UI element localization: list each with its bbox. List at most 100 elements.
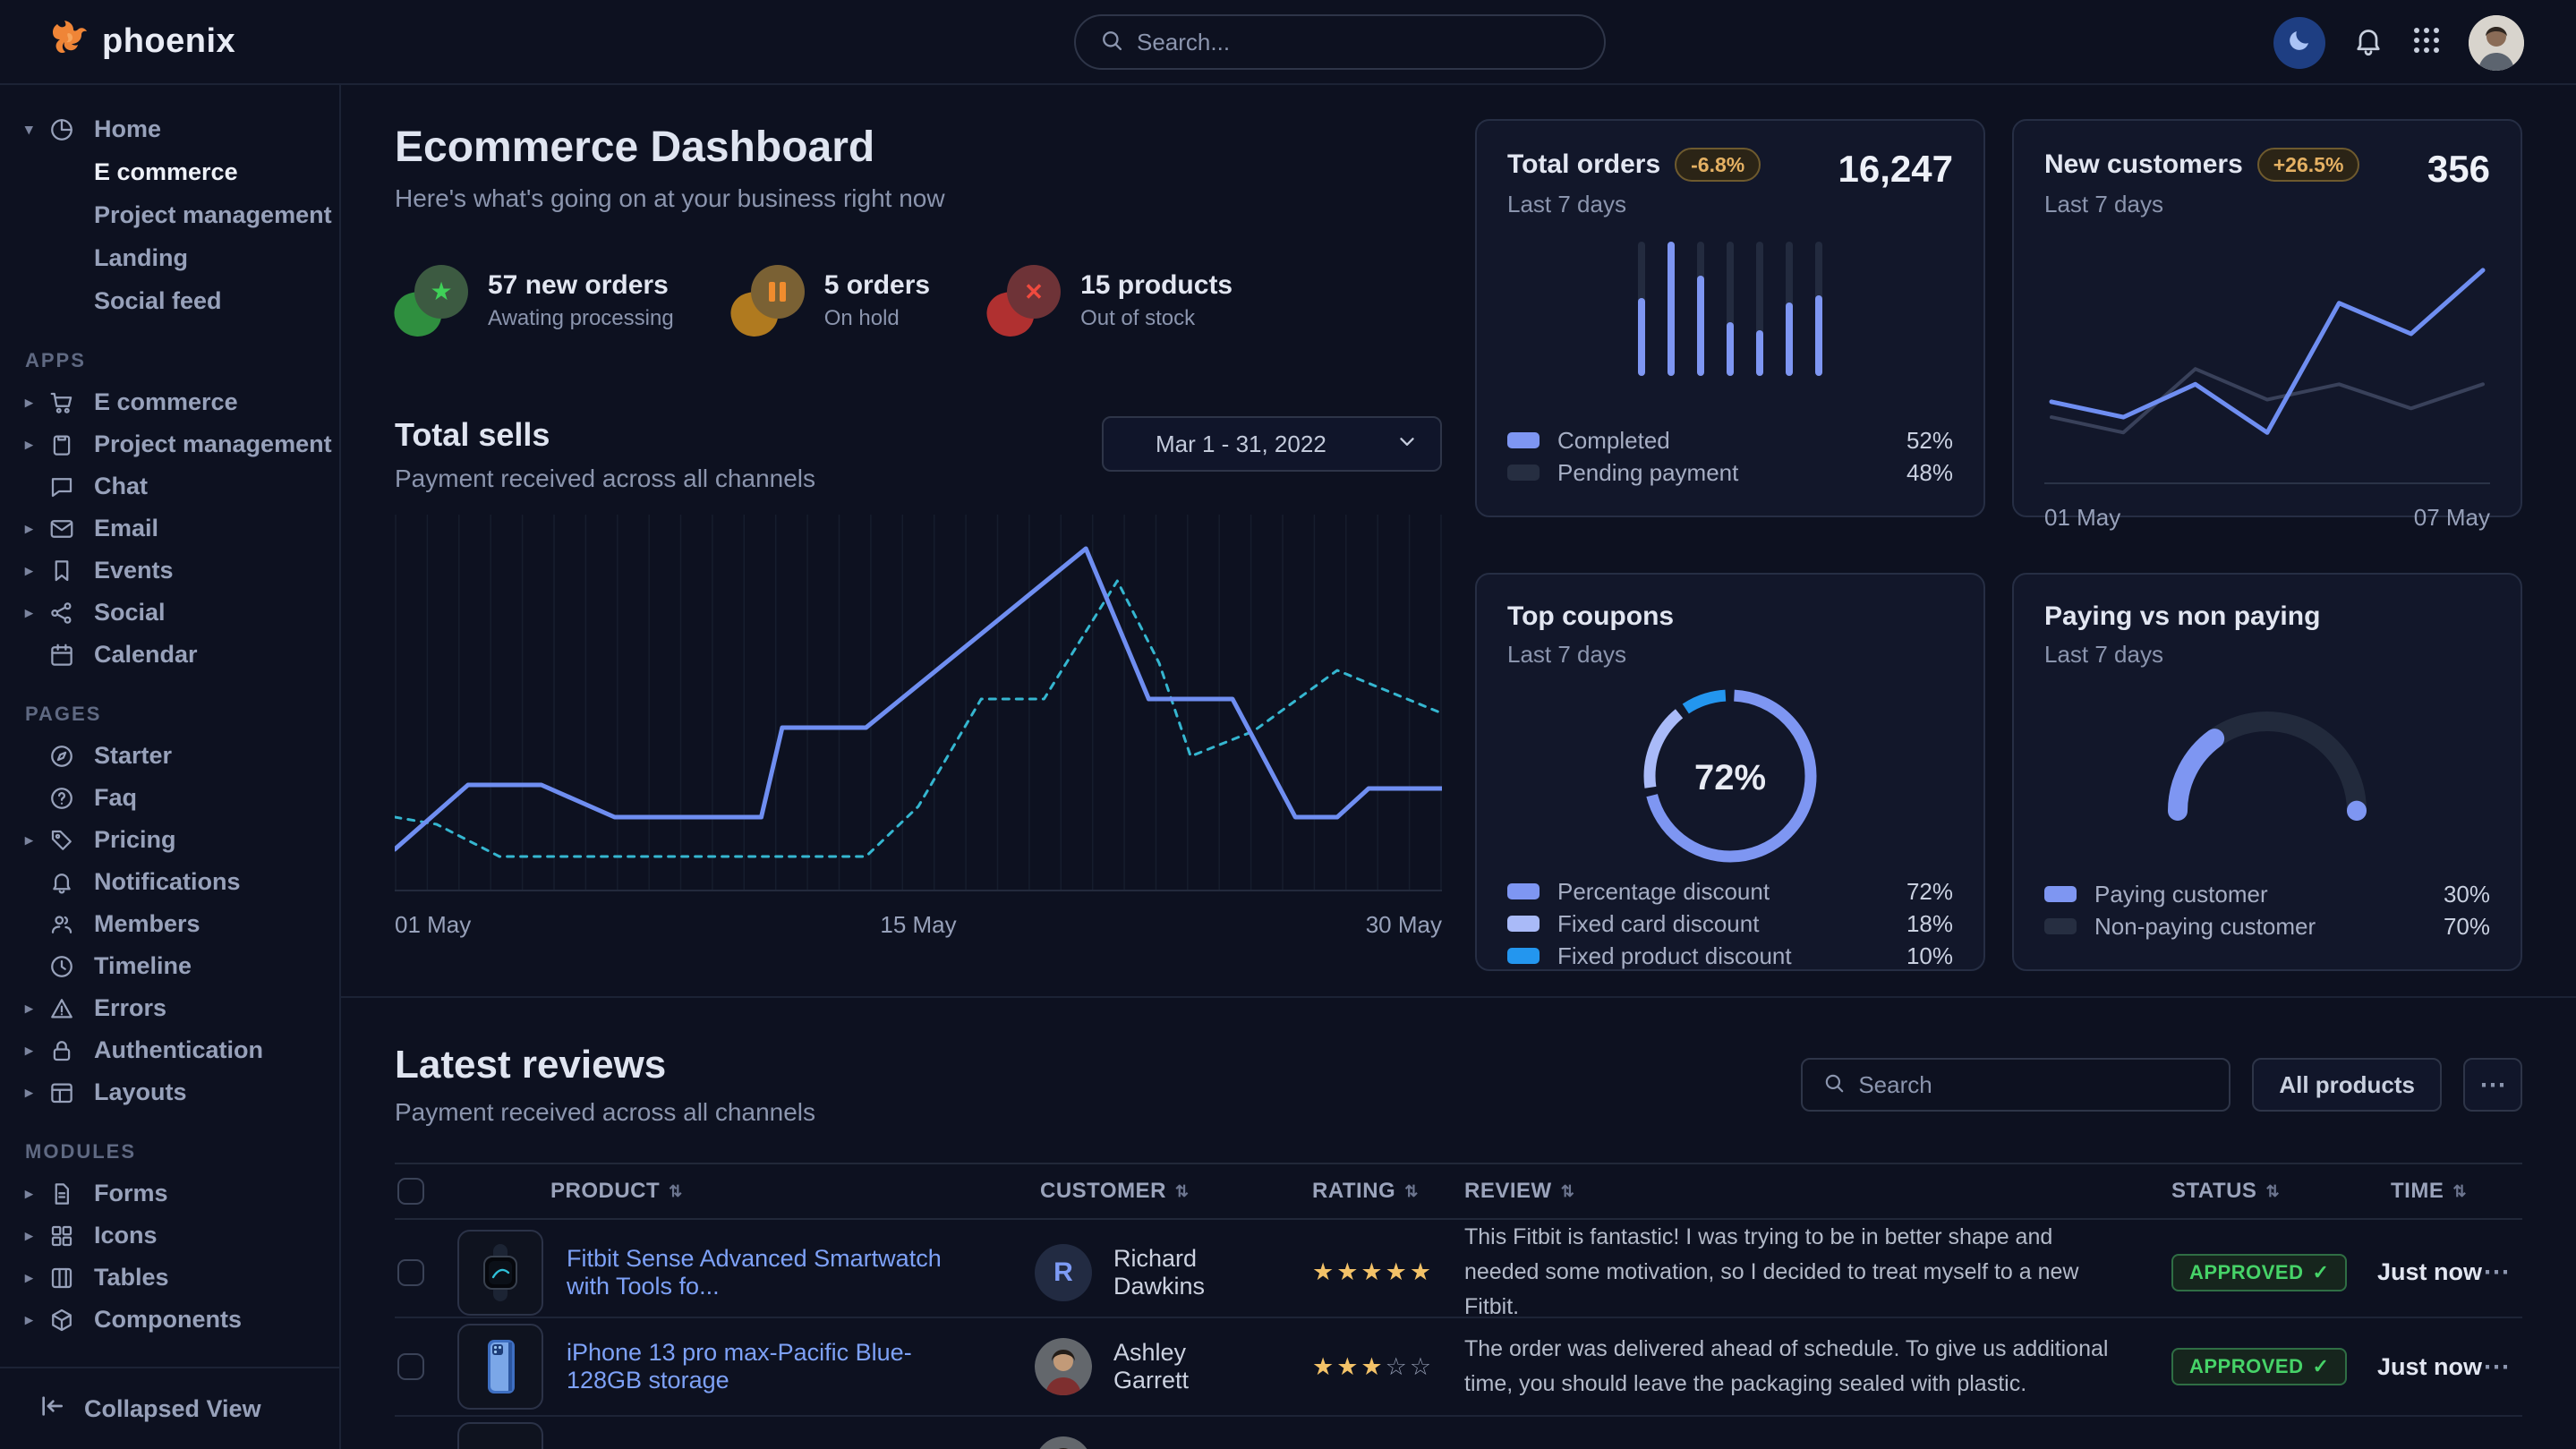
sidebar-item-notifications[interactable]: Notifications — [0, 861, 339, 903]
sidebar-subitem-project-management[interactable]: Project management — [0, 193, 339, 236]
sidebar-item-errors[interactable]: ▸Errors — [0, 987, 339, 1029]
sidebar-item-project-management[interactable]: ▸ Project management — [0, 423, 339, 465]
caret-right-icon: ▸ — [25, 562, 48, 580]
search-input[interactable] — [1137, 29, 1581, 56]
product-thumbnail[interactable] — [457, 1324, 543, 1410]
sidebar-item-timeline[interactable]: Timeline — [0, 945, 339, 987]
reviews-search-input[interactable] — [1858, 1071, 2209, 1099]
card-title: Top coupons — [1507, 601, 1674, 632]
column-header-rating[interactable]: RATING⇅ — [1254, 1179, 1415, 1204]
product-thumbnail[interactable] — [457, 1422, 543, 1449]
orders-bar — [1786, 242, 1793, 376]
bell-icon — [2352, 24, 2384, 61]
sidebar-subitem-e-commerce[interactable]: E commerce — [0, 150, 339, 193]
rating-stars: ★★★★★ — [1254, 1258, 1415, 1286]
product-thumbnail[interactable] — [457, 1230, 543, 1316]
sidebar-item-forms[interactable]: ▸Forms — [0, 1172, 339, 1215]
sidebar-item-faq[interactable]: Faq — [0, 777, 339, 819]
stat-value: 57 new orders — [488, 270, 674, 301]
sidebar-item-label: Project management — [94, 430, 332, 458]
sidebar-item-home[interactable]: ▾Home — [0, 108, 339, 150]
stat-x-icon: ✕ — [987, 265, 1061, 337]
all-products-button[interactable]: All products — [2252, 1058, 2442, 1112]
reviews-subtitle: Payment received across all channels — [395, 1098, 815, 1127]
stat-value: 5 orders — [824, 270, 930, 301]
sidebar-item-layouts[interactable]: ▸Layouts — [0, 1071, 339, 1113]
theme-toggle-button[interactable] — [2273, 17, 2325, 69]
column-header-review[interactable]: REVIEW⇅ — [1415, 1179, 2122, 1204]
customer-avatar[interactable] — [1035, 1436, 1092, 1449]
coupons-legend: Percentage discount72%Fixed card discoun… — [1507, 875, 1953, 972]
sidebar-item-label: Chat — [94, 473, 148, 500]
page-title: Ecommerce Dashboard — [395, 123, 1442, 172]
sidebar-item-tables[interactable]: ▸Tables — [0, 1257, 339, 1299]
date-range-select[interactable]: Mar 1 - 31, 2022 — [1102, 416, 1442, 472]
reviews-search[interactable] — [1801, 1058, 2231, 1112]
product-link[interactable]: iPhone 13 pro max-Pacific Blue-128GB sto… — [567, 1339, 959, 1394]
sidebar-item-events[interactable]: ▸Events — [0, 550, 339, 592]
total-sells-x-axis: 01 May15 May30 May — [395, 911, 1442, 939]
global-search[interactable] — [1074, 14, 1606, 70]
customer-avatar[interactable]: R — [1035, 1244, 1092, 1301]
sort-icon: ⇅ — [1561, 1182, 1575, 1201]
bookmark-icon — [48, 558, 75, 584]
column-header-time[interactable]: TIME⇅ — [2337, 1179, 2522, 1204]
donut-center-value: 72% — [1635, 681, 1825, 875]
legend-swatch — [1507, 883, 1540, 899]
sidebar-item-pricing[interactable]: ▸Pricing — [0, 819, 339, 861]
caret-right-icon: ▸ — [25, 436, 48, 454]
sidebar-item-members[interactable]: Members — [0, 903, 339, 945]
sidebar-item-social[interactable]: ▸Social — [0, 592, 339, 634]
new-customers-svg — [2044, 231, 2490, 492]
column-header-label: PRODUCT — [550, 1179, 660, 1204]
sidebar-item-icons[interactable]: ▸Icons — [0, 1215, 339, 1257]
sidebar-item-e-commerce[interactable]: ▸E commerce — [0, 381, 339, 423]
column-header-customer[interactable]: CUSTOMER⇅ — [959, 1179, 1254, 1204]
row-menu-button[interactable]: ⋯ — [2483, 1257, 2512, 1288]
app-launcher-button[interactable] — [2411, 25, 2442, 60]
navbar-actions — [2273, 0, 2524, 85]
sidebar-subitem-landing[interactable]: Landing — [0, 236, 339, 279]
sidebar-subitem-social-feed[interactable]: Social feed — [0, 279, 339, 322]
brand-logo[interactable]: phoenix — [0, 19, 341, 64]
sidebar-item-chat[interactable]: Chat — [0, 465, 339, 507]
sidebar-item-authentication[interactable]: ▸Authentication — [0, 1029, 339, 1071]
row-checkbox[interactable] — [397, 1259, 424, 1286]
caret-right-icon: ▸ — [25, 1311, 48, 1329]
review-text: This Fitbit is fantastic! I was trying t… — [1415, 1220, 2122, 1325]
x-axis-tick: 01 May — [395, 911, 471, 939]
column-header-status[interactable]: STATUS⇅ — [2122, 1179, 2337, 1204]
product-link[interactable]: Fitbit Sense Advanced Smartwatch with To… — [567, 1245, 959, 1300]
sidebar-section-label-pages: PAGES — [25, 703, 339, 726]
status-badge: APPROVED✓ — [2171, 1254, 2347, 1291]
collapse-sidebar-button[interactable]: Collapsed View — [0, 1367, 339, 1449]
total-sells-chart — [395, 507, 1442, 902]
orders-bar-fill — [1697, 276, 1704, 377]
notifications-button[interactable] — [2352, 24, 2384, 61]
column-header-product[interactable]: PRODUCT⇅ — [457, 1179, 959, 1204]
reviews-table-header: PRODUCT⇅CUSTOMER⇅RATING⇅REVIEW⇅STATUS⇅TI… — [395, 1163, 2522, 1220]
top-coupons-card: Top coupons Last 7 days 72% Percentage d… — [1475, 573, 1985, 971]
sidebar-item-label: Pricing — [94, 826, 176, 854]
card-title: New customers — [2044, 149, 2243, 180]
sidebar-item-starter[interactable]: Starter — [0, 735, 339, 777]
legend-value: 52% — [1906, 427, 1953, 455]
reviews-title: Latest reviews — [395, 1043, 815, 1087]
sidebar-item-label: Icons — [94, 1222, 158, 1249]
customer-name: Richard Dawkins — [1113, 1245, 1254, 1300]
row-menu-button[interactable]: ⋯ — [2483, 1351, 2512, 1383]
profile-avatar[interactable] — [2469, 15, 2524, 71]
coupons-donut-chart: 72% — [1635, 681, 1825, 875]
customer-avatar[interactable] — [1035, 1338, 1092, 1395]
sidebar-subitem-label: Project management — [94, 201, 332, 229]
time-cell: Just now⋯ — [2337, 1257, 2522, 1288]
moon-icon — [2286, 27, 2313, 58]
more-options-button[interactable]: ⋯ — [2463, 1058, 2522, 1112]
status-label: APPROVED — [2189, 1355, 2303, 1378]
sidebar-item-calendar[interactable]: Calendar — [0, 634, 339, 676]
sidebar-item-components[interactable]: ▸Components — [0, 1299, 339, 1341]
sidebar-item-email[interactable]: ▸Email — [0, 507, 339, 550]
row-checkbox[interactable] — [397, 1353, 424, 1380]
collapse-label: Collapsed View — [84, 1395, 261, 1423]
select-all-checkbox[interactable] — [397, 1178, 424, 1205]
